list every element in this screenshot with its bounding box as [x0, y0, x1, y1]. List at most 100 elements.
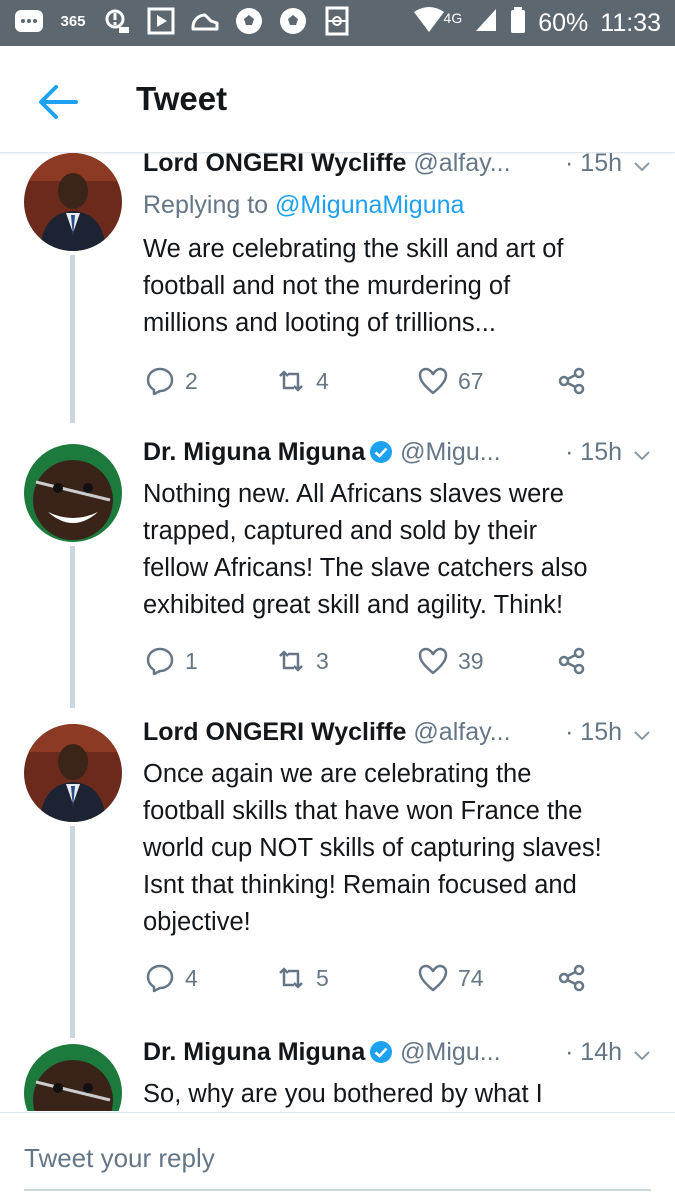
retweet-icon [279, 650, 303, 672]
reply-button[interactable]: 4 [145, 958, 198, 998]
share-icon [558, 964, 585, 992]
retweet-button[interactable]: 5 [276, 958, 329, 998]
battery-percent: 60% [538, 9, 589, 37]
tweet-actions: 1 3 39 [143, 641, 603, 681]
soccer-ball-icon [278, 6, 308, 36]
reply-composer: Tweet your reply [0, 1112, 675, 1201]
tweet-text-line: Once again we are celebrating the [143, 760, 532, 788]
tweet-header: Lord ONGERI Wycliffe @alfay... · 15h [143, 718, 658, 754]
share-icon [558, 647, 585, 675]
tweet-text-line: objective! [143, 908, 251, 936]
avatar[interactable] [24, 724, 122, 822]
mention-link[interactable]: @MigunaMiguna [275, 191, 464, 219]
chevron-down-icon[interactable] [632, 155, 652, 175]
tweet-text: Nothing new. All Africans slaves were tr… [143, 476, 653, 624]
reply-count: 2 [185, 367, 198, 394]
retweet-icon [279, 967, 303, 989]
like-button[interactable]: 74 [418, 958, 484, 998]
share-button[interactable] [557, 641, 587, 681]
author-handle[interactable]: @Migu... [400, 1038, 500, 1066]
reply-count: 4 [185, 964, 198, 991]
retweet-count: 5 [316, 964, 329, 991]
tweet-text-line: football and not the murdering of [143, 272, 511, 300]
author-handle[interactable]: @alfay... [413, 153, 510, 177]
tweet-text-line: fellow Africans! The slave catchers also [143, 554, 588, 582]
reply-input[interactable]: Tweet your reply [24, 1143, 215, 1174]
tweet-text-line: exhibited great skill and agility. Think… [143, 591, 564, 619]
tweet-text: So, why are you bothered by what I [143, 1076, 653, 1111]
chevron-down-icon[interactable] [632, 724, 652, 744]
tweet-time: · 15h [565, 718, 622, 746]
reply-button[interactable]: 1 [145, 641, 198, 681]
avatar[interactable] [24, 444, 122, 542]
retweet-button[interactable]: 3 [276, 641, 329, 681]
reply-button[interactable]: 2 [145, 361, 198, 401]
sneaker-icon [190, 6, 220, 36]
soccer-ball-icon [234, 6, 264, 36]
tweet-text-line: world cup NOT skills of capturing slaves… [143, 834, 602, 862]
tweet-text-line: So, why are you bothered by what I [143, 1080, 543, 1108]
status-bar-right: 4G 60% 11:33 [412, 6, 661, 41]
like-count: 39 [458, 647, 484, 674]
author-name[interactable]: Lord ONGERI Wycliffe [143, 153, 406, 177]
chevron-down-icon[interactable] [632, 444, 652, 464]
reply-icon [146, 367, 174, 396]
tweet-text-line: football skills that have won France the [143, 797, 583, 825]
thread-line [70, 546, 75, 708]
tweet[interactable]: Dr. Miguna Miguna @Migu... · 15h Nothing… [0, 438, 675, 708]
retweet-count: 3 [316, 647, 329, 674]
tweet-text-line: trapped, captured and sold by their [143, 517, 538, 545]
author-name[interactable]: Lord ONGERI Wycliffe [143, 718, 406, 746]
tweet[interactable]: Dr. Miguna Miguna @Migu... · 14h So, why… [0, 1036, 675, 1111]
author-name[interactable]: Dr. Miguna Miguna [143, 1038, 365, 1066]
football-pitch-icon [322, 6, 352, 36]
retweet-count: 4 [316, 367, 329, 394]
share-button[interactable] [557, 958, 587, 998]
thread-line [70, 255, 75, 423]
tweet[interactable]: Lord ONGERI Wycliffe @alfay... · 15h Rep… [0, 153, 675, 423]
tweet-text-line: Nothing new. All Africans slaves were [143, 480, 564, 508]
tweet-header: Dr. Miguna Miguna @Migu... · 15h [143, 438, 658, 474]
tweet-text-line: We are celebrating the skill and art of [143, 235, 564, 263]
clock: 11:33 [600, 9, 661, 37]
author-name[interactable]: Dr. Miguna Miguna [143, 438, 365, 466]
heart-icon [418, 367, 448, 395]
retweet-icon [279, 370, 303, 392]
tweet-time: · 14h [565, 1038, 622, 1066]
share-button[interactable] [557, 361, 587, 401]
like-button[interactable]: 39 [418, 641, 484, 681]
reply-count: 1 [185, 647, 198, 674]
365-app-icon: 365 [60, 12, 86, 30]
tweet-time: · 15h [565, 153, 622, 177]
tweet-thread[interactable]: Lord ONGERI Wycliffe @alfay... · 15h Rep… [0, 153, 675, 1111]
notification-icon [102, 6, 132, 36]
app-bar: Tweet [0, 46, 675, 153]
avatar[interactable] [24, 153, 122, 251]
avatar[interactable] [24, 1044, 122, 1111]
tweet-header: Lord ONGERI Wycliffe @alfay... · 15h [143, 153, 658, 185]
author-handle[interactable]: @alfay... [413, 718, 510, 746]
play-icon [146, 6, 176, 36]
like-button[interactable]: 67 [418, 361, 484, 401]
like-count: 74 [458, 964, 484, 991]
chevron-down-icon[interactable] [632, 1044, 652, 1064]
thread-line [70, 826, 75, 1038]
tweet-text: We are celebrating the skill and art of … [143, 231, 653, 342]
tweet-text-line: Isnt that thinking! Remain focused and [143, 871, 577, 899]
tweet[interactable]: Lord ONGERI Wycliffe @alfay... · 15h Onc… [0, 718, 675, 1038]
verified-badge-icon [369, 1040, 393, 1064]
status-bar: 365 4G 60% 11:33 [0, 0, 675, 46]
wifi-icon [412, 6, 446, 41]
verified-badge-icon [369, 440, 393, 464]
retweet-button[interactable]: 4 [276, 361, 329, 401]
tweet-text: Once again we are celebrating the footba… [143, 756, 653, 941]
author-handle[interactable]: @Migu... [400, 438, 500, 466]
back-arrow-icon[interactable] [36, 82, 80, 122]
heart-icon [418, 964, 448, 992]
share-icon [558, 367, 585, 395]
heart-icon [418, 647, 448, 675]
replying-to: Replying to @MigunaMiguna [143, 191, 464, 220]
tweet-actions: 2 4 67 [143, 361, 603, 401]
network-type: 4G [443, 9, 463, 26]
like-count: 67 [458, 367, 484, 394]
